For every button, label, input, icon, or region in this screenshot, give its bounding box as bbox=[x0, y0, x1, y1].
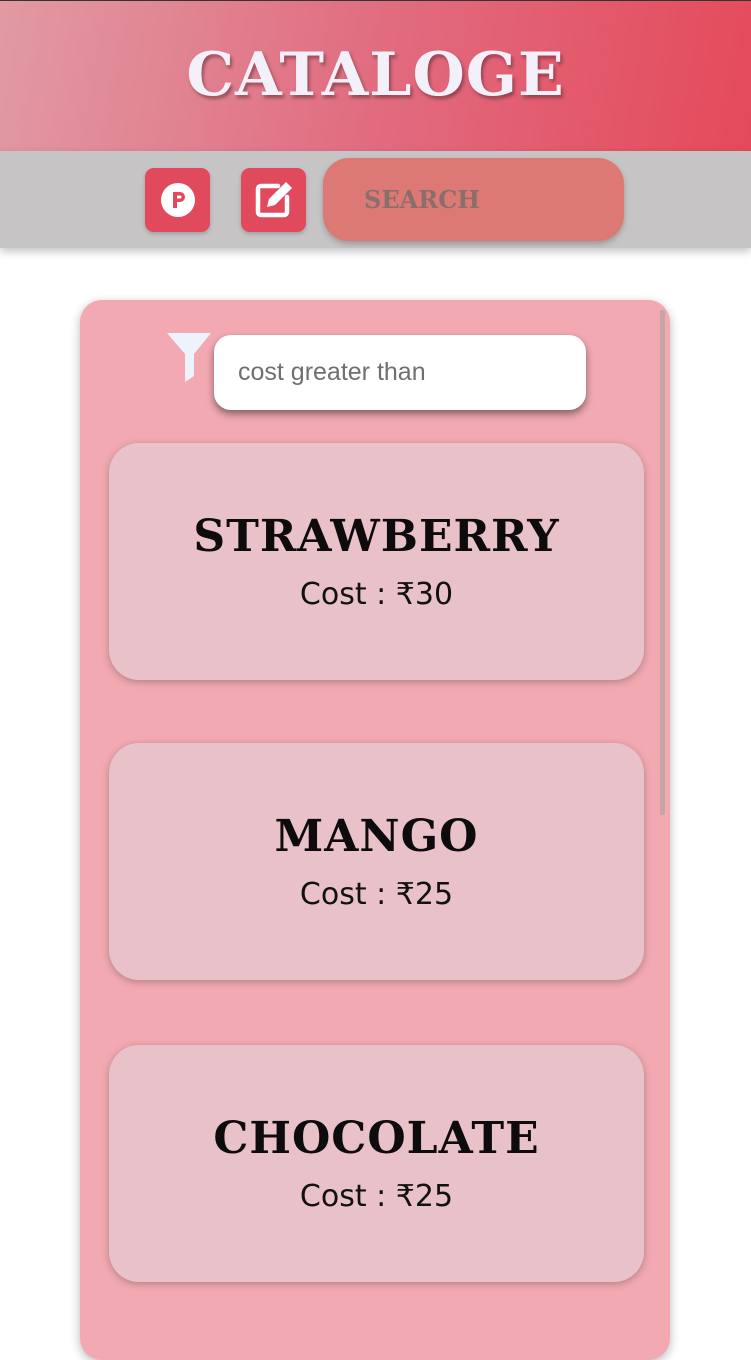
edit-button[interactable] bbox=[241, 168, 306, 232]
product-cost: Cost : ₹30 bbox=[299, 577, 454, 612]
product-name: STRAWBERRY bbox=[193, 511, 560, 562]
toolbar: SEARCH bbox=[0, 151, 751, 248]
edit-icon bbox=[255, 182, 292, 218]
product-card-mango[interactable]: MANGO Cost : ₹25 bbox=[109, 743, 644, 980]
scrollbar-thumb[interactable] bbox=[660, 310, 665, 815]
search-box[interactable]: SEARCH bbox=[323, 158, 624, 241]
page-title: CATALOGE bbox=[186, 40, 565, 110]
p-circle-icon bbox=[160, 183, 195, 217]
app-header: CATALOGE bbox=[0, 0, 751, 151]
p-circle-button[interactable] bbox=[145, 168, 210, 232]
product-cost: Cost : ₹25 bbox=[299, 1179, 454, 1214]
search-label: SEARCH bbox=[364, 185, 480, 214]
filter-placeholder: cost greater than bbox=[238, 358, 426, 386]
product-cost: Cost : ₹25 bbox=[299, 877, 454, 912]
cost-filter-input[interactable]: cost greater than bbox=[214, 335, 586, 410]
product-card-chocolate[interactable]: CHOCOLATE Cost : ₹25 bbox=[109, 1045, 644, 1282]
product-card-strawberry[interactable]: STRAWBERRY Cost : ₹30 bbox=[109, 443, 644, 680]
filter-icon[interactable] bbox=[165, 330, 213, 382]
product-name: MANGO bbox=[274, 811, 479, 862]
product-name: CHOCOLATE bbox=[213, 1113, 540, 1164]
